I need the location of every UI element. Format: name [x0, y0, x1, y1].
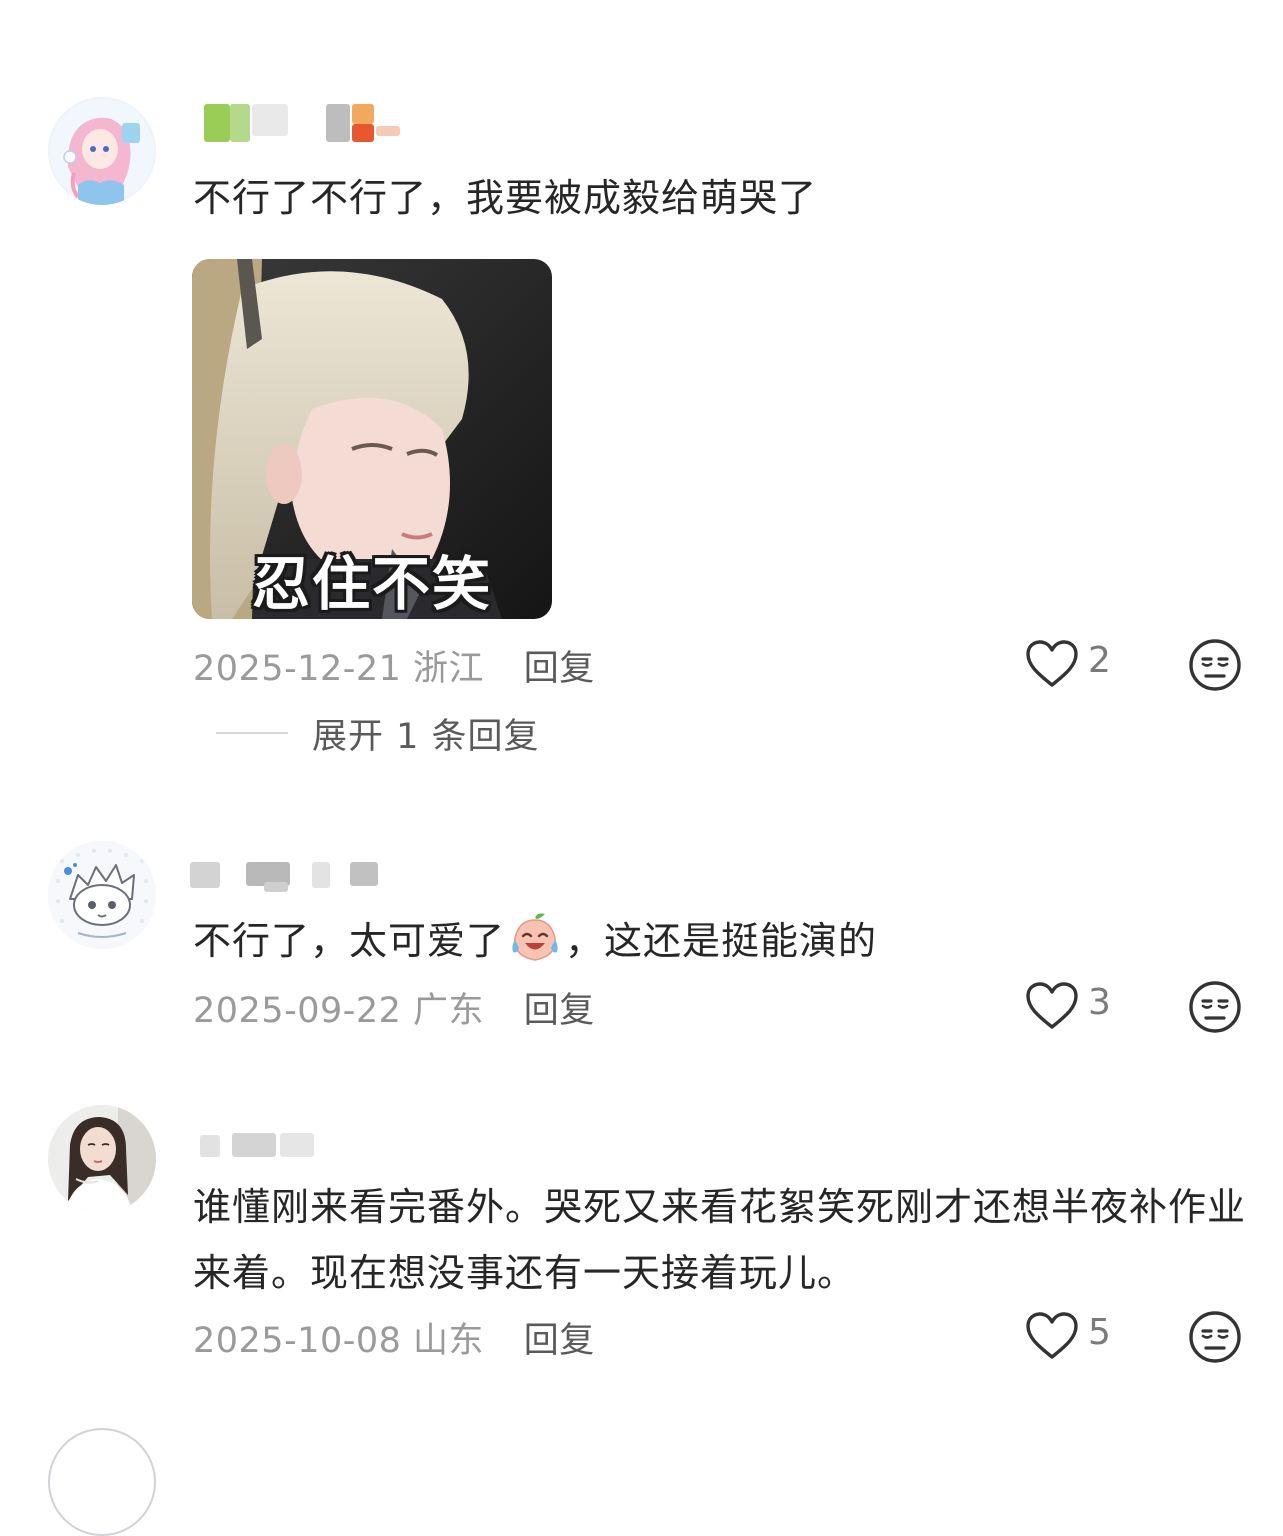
- avatar[interactable]: [48, 841, 156, 949]
- reply-button[interactable]: 回复: [524, 991, 595, 1031]
- unamused-face-icon: [1189, 981, 1241, 1033]
- comment-text: 不行了不行了，我要被成毅给萌哭了: [193, 176, 818, 220]
- like-button[interactable]: 3: [1025, 979, 1135, 1035]
- dislike-button[interactable]: [1188, 980, 1242, 1034]
- avatar-anime-girl-image: [48, 97, 156, 205]
- comment-location: 山东: [413, 1321, 485, 1361]
- comment-location: 浙江: [413, 649, 485, 689]
- comment-date: 2025-09-22: [193, 991, 402, 1031]
- avatar[interactable]: [48, 1105, 156, 1213]
- comment-location: 广东: [413, 991, 485, 1031]
- heart-outline-icon: [1026, 1312, 1078, 1359]
- avatar-photo-woman-image: [48, 1105, 156, 1213]
- avatar-chibi-boy-image: [48, 841, 156, 949]
- like-button[interactable]: 5: [1025, 1309, 1135, 1365]
- like-button[interactable]: 2: [1025, 637, 1135, 693]
- heart-outline-icon: [1026, 982, 1078, 1029]
- comment-date: 2025-10-08: [193, 1321, 402, 1361]
- comment-meta: 2025-09-22 广东 回复: [193, 982, 595, 1033]
- comment-text-part: 不行了，太可爱了: [193, 919, 506, 963]
- crying-laughing-peach-emoji: [512, 913, 558, 961]
- like-count: 5: [1088, 1312, 1111, 1353]
- divider-line: [216, 732, 288, 734]
- username-redacted[interactable]: [190, 858, 430, 898]
- reply-button[interactable]: 回复: [524, 649, 595, 689]
- sticker-image[interactable]: 忍住不笑: [192, 259, 552, 619]
- avatar[interactable]: [48, 97, 156, 205]
- username-redacted[interactable]: [190, 100, 430, 142]
- comment-text-part: ，这还是挺能演的: [565, 919, 878, 963]
- avatar[interactable]: [48, 1428, 156, 1536]
- expand-replies-label: 展开 1 条回复: [312, 717, 540, 757]
- comment-meta: 2025-10-08 山东 回复: [193, 1312, 595, 1363]
- unamused-face-icon: [1189, 639, 1241, 691]
- dislike-button[interactable]: [1188, 638, 1242, 692]
- like-count: 3: [1088, 982, 1111, 1023]
- dislike-button[interactable]: [1188, 1310, 1242, 1364]
- heart-outline-icon: [1026, 640, 1078, 687]
- like-count: 2: [1088, 640, 1111, 681]
- comment-text: 谁懂刚来看完番外。哭死又来看花絮笑死刚才还想半夜补作业来着。现在想没事还有一天接…: [193, 1185, 1247, 1295]
- username-redacted[interactable]: [190, 1125, 430, 1165]
- comment-date: 2025-12-21: [193, 649, 402, 689]
- unamused-face-icon: [1189, 1311, 1241, 1363]
- comment-meta: 2025-12-21 浙江 回复: [193, 640, 595, 691]
- reply-button[interactable]: 回复: [524, 1321, 595, 1361]
- sticker-caption: 忍住不笑: [251, 550, 492, 618]
- comment-text: 不行了，太可爱了 ，这还是挺能演的: [193, 908, 1253, 974]
